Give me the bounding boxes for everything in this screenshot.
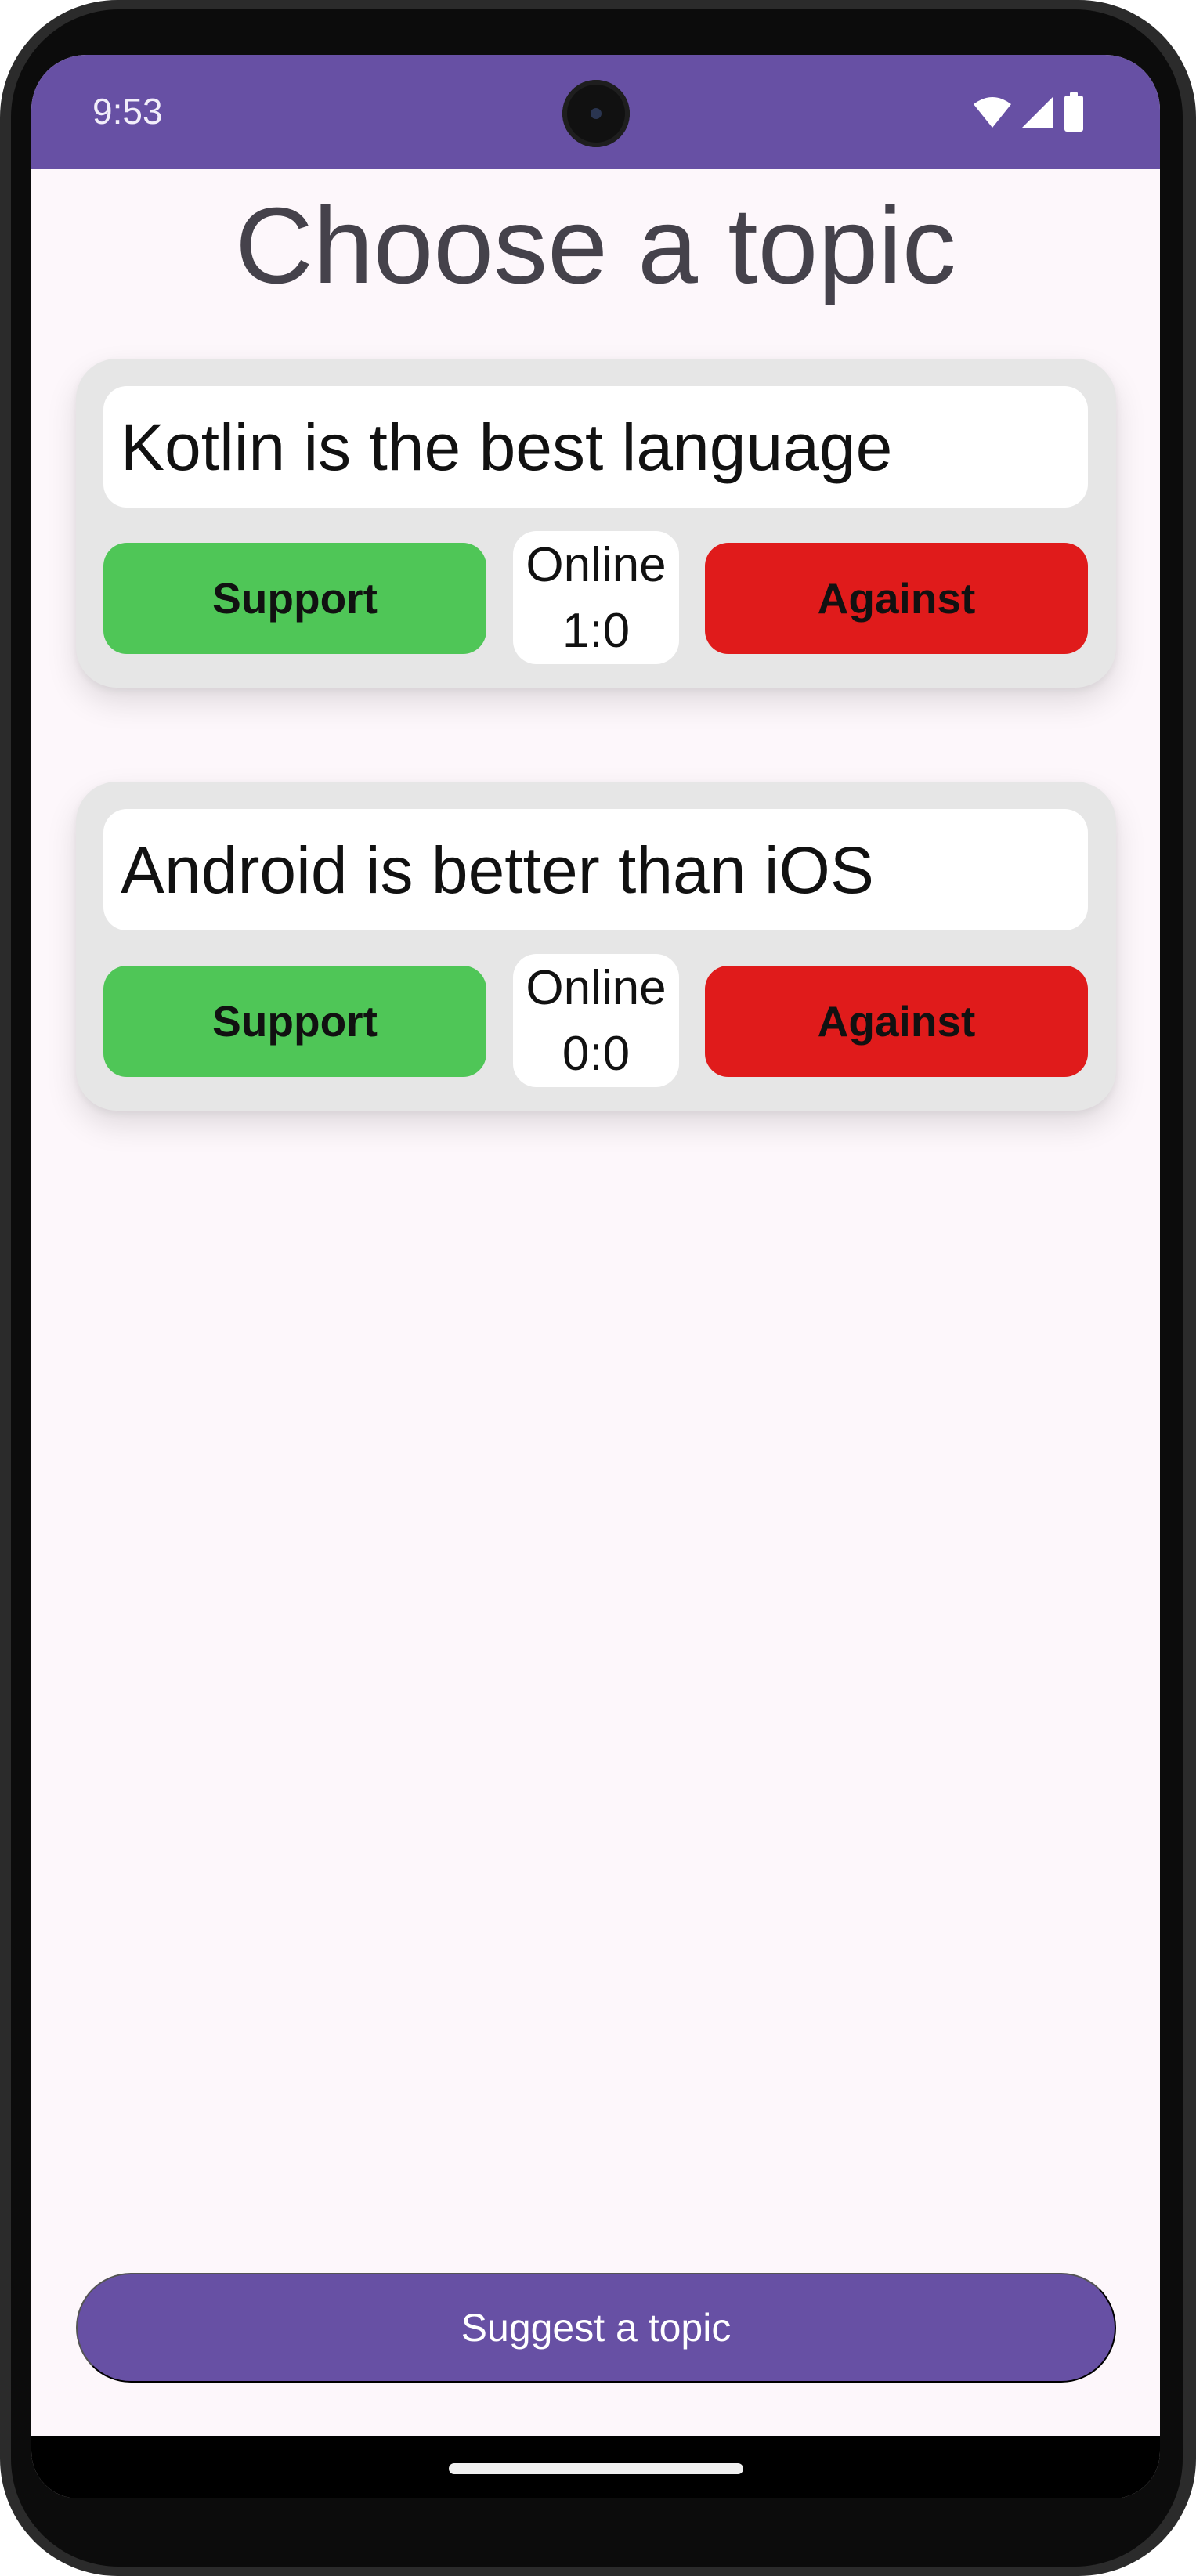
- app-screen: 9:53 Choose a topic Kotlin is the best l…: [31, 55, 1160, 2498]
- support-button[interactable]: Support: [103, 966, 486, 1077]
- support-button[interactable]: Support: [103, 543, 486, 654]
- score-value: 1:0: [562, 604, 631, 658]
- page-title: Choose a topic: [235, 186, 956, 306]
- topic-card: Kotlin is the best language Support Onli…: [76, 359, 1116, 688]
- topic-title: Android is better than iOS: [121, 833, 874, 907]
- topic-title-box: Android is better than iOS: [103, 809, 1088, 930]
- home-indicator[interactable]: [449, 2463, 743, 2474]
- online-label: Online: [526, 538, 667, 592]
- system-icons: [972, 92, 1085, 132]
- wifi-icon: [974, 97, 1011, 128]
- suggest-topic-button[interactable]: Suggest a topic: [76, 2273, 1116, 2383]
- online-label: Online: [526, 961, 667, 1015]
- phone-frame: 9:53 Choose a topic Kotlin is the best l…: [0, 0, 1196, 2576]
- power-button: [1185, 822, 1194, 1003]
- status-time: 9:53: [92, 91, 163, 132]
- status-bar: 9:53: [31, 55, 1160, 169]
- cellular-signal-icon: [1022, 96, 1053, 128]
- battery-icon: [1064, 92, 1083, 132]
- score-value: 0:0: [562, 1027, 631, 1081]
- volume-button: [1185, 1018, 1194, 1355]
- topic-card: Android is better than iOS Support Onlin…: [76, 782, 1116, 1111]
- front-camera: [562, 80, 630, 147]
- against-button[interactable]: Against: [705, 543, 1088, 654]
- topic-title: Kotlin is the best language: [121, 410, 893, 484]
- topic-title-box: Kotlin is the best language: [103, 386, 1088, 508]
- online-score: Online 0:0: [513, 954, 679, 1087]
- online-score: Online 1:0: [513, 531, 679, 664]
- against-button[interactable]: Against: [705, 966, 1088, 1077]
